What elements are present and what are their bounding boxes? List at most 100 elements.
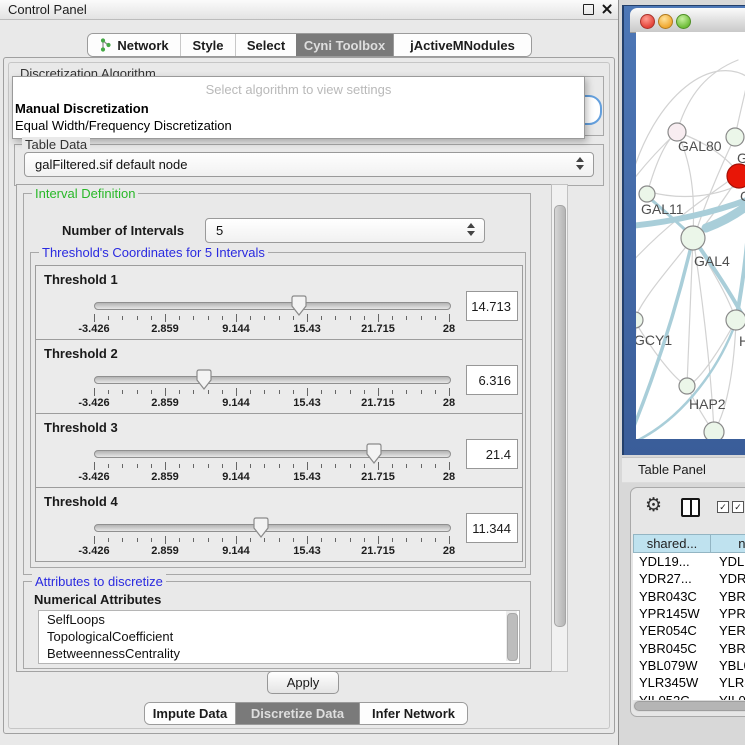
- threshold-3-value-field[interactable]: 21.4: [466, 439, 518, 469]
- slider-scale-label: 9.144: [222, 323, 250, 335]
- scrollbar-thumb[interactable]: [507, 613, 518, 661]
- node-label: C: [740, 188, 745, 204]
- network-canvas[interactable]: GAL80GACGAL11GAL4GCY1HHAP2: [636, 32, 745, 439]
- threshold-3-slider[interactable]: -3.4262.8599.14415.4321.71528: [94, 442, 449, 482]
- tick-mark: [165, 388, 166, 396]
- tick-mark: [236, 388, 237, 396]
- table-row[interactable]: YBL079WYBL0: [633, 657, 745, 674]
- slider-thumb[interactable]: [196, 369, 212, 390]
- threshold-4-value-field[interactable]: 11.344: [466, 513, 518, 543]
- control-panel-window: Control Panel Network Style Select Cyni …: [0, 0, 619, 745]
- tick-mark: [335, 538, 336, 542]
- tick-mark: [94, 462, 95, 470]
- control-panel-titlebar: Control Panel: [0, 0, 618, 20]
- slider-track[interactable]: [94, 302, 451, 310]
- split-view-icon[interactable]: [681, 498, 700, 517]
- column-header-shared-name[interactable]: shared...: [633, 534, 711, 553]
- table-row[interactable]: YBR045CYBR0: [633, 639, 745, 656]
- checkbox-icon[interactable]: ✓: [717, 501, 729, 513]
- gear-icon[interactable]: ⚙: [645, 496, 662, 515]
- table-row[interactable]: YPR145WYPR1: [633, 605, 745, 622]
- tab-select[interactable]: Select: [236, 34, 296, 56]
- attribute-item[interactable]: SelfLoops: [39, 611, 519, 628]
- slider-scale-label: 28: [443, 545, 455, 557]
- tick-mark: [279, 390, 280, 394]
- slider-track[interactable]: [94, 524, 451, 532]
- close-icon[interactable]: [601, 3, 612, 14]
- slider-track[interactable]: [94, 450, 451, 458]
- tick-mark: [165, 536, 166, 544]
- tab-label: Select: [247, 38, 285, 53]
- tab-network[interactable]: Network: [88, 34, 181, 56]
- table-row[interactable]: YER054CYER0: [633, 622, 745, 639]
- minimize-traffic-light-icon[interactable]: [658, 14, 673, 29]
- dropdown-option-manual-discretization[interactable]: Manual Discretization: [15, 101, 149, 116]
- table-data-combobox-value: galFiltered.sif default node: [35, 157, 187, 172]
- table-row[interactable]: YBR043CYBR0: [633, 588, 745, 605]
- table-row[interactable]: YDL19...YDL1: [633, 553, 745, 570]
- tick-mark: [421, 390, 422, 394]
- threshold-1-value-field[interactable]: 14.713: [466, 291, 518, 321]
- tick-mark: [108, 390, 109, 394]
- threshold-2-slider[interactable]: -3.4262.8599.14415.4321.71528: [94, 368, 449, 408]
- slider-track[interactable]: [94, 376, 451, 384]
- slider-thumb[interactable]: [366, 443, 382, 464]
- tick-mark: [279, 316, 280, 320]
- close-traffic-light-icon[interactable]: [640, 14, 655, 29]
- tab-style[interactable]: Style: [181, 34, 236, 56]
- tick-mark: [406, 538, 407, 542]
- threshold-4-slider[interactable]: -3.4262.8599.14415.4321.71528: [94, 516, 449, 556]
- tab-jactivemnodules[interactable]: jActiveMNodules: [393, 34, 531, 56]
- combobox-spinner-icon[interactable]: [576, 157, 584, 170]
- tick-mark: [122, 390, 123, 394]
- tick-mark: [406, 390, 407, 394]
- slider-ticks: [94, 314, 449, 322]
- tick-mark: [193, 464, 194, 468]
- scrollbar-thumb[interactable]: [634, 701, 745, 711]
- table-row[interactable]: YLR345WYLR3: [633, 674, 745, 691]
- tab-label: Impute Data: [153, 706, 227, 721]
- slider-scale-label: 2.859: [151, 323, 179, 335]
- combobox-spinner-icon[interactable]: [467, 223, 475, 236]
- dropdown-option-equal-width-frequency[interactable]: Equal Width/Frequency Discretization: [15, 118, 232, 133]
- numerical-attributes-list[interactable]: SelfLoopsTopologicalCoefficientBetweenne…: [38, 610, 520, 664]
- column-header-name[interactable]: na: [711, 534, 745, 553]
- scrollbar-thumb[interactable]: [554, 205, 566, 627]
- tab-discretize-data[interactable]: Discretize Data: [236, 703, 359, 724]
- tick-mark: [350, 464, 351, 468]
- float-window-icon[interactable]: [583, 4, 594, 15]
- cell-shared-name: YBR043C: [633, 589, 713, 604]
- table-row[interactable]: YDR27...YDR2: [633, 570, 745, 587]
- thresholds-coordinates-group: Threshold's Coordinates for 5 Intervals …: [30, 252, 526, 568]
- settings-vertical-scrollbar[interactable]: [551, 184, 568, 672]
- tick-mark: [335, 390, 336, 394]
- zoom-traffic-light-icon[interactable]: [676, 14, 691, 29]
- threshold-1-slider[interactable]: -3.4262.8599.14415.4321.71528: [94, 294, 449, 334]
- tick-mark: [151, 464, 152, 468]
- tick-mark: [449, 536, 450, 544]
- slider-thumb[interactable]: [291, 295, 307, 316]
- tab-impute-data[interactable]: Impute Data: [145, 703, 236, 724]
- attribute-item[interactable]: TopologicalCoefficient: [39, 628, 519, 645]
- attribute-item[interactable]: BetweennessCentrality: [39, 645, 519, 662]
- slider-thumb[interactable]: [253, 517, 269, 538]
- table-horizontal-scrollbar[interactable]: [633, 700, 745, 712]
- tab-cyni-toolbox[interactable]: Cyni Toolbox: [296, 34, 393, 56]
- apply-button[interactable]: Apply: [267, 671, 339, 694]
- slider-scale-label: 9.144: [222, 397, 250, 409]
- checkbox-icon[interactable]: ✓: [732, 501, 744, 513]
- tick-mark: [94, 536, 95, 544]
- attributes-list-scrollbar[interactable]: [506, 611, 517, 661]
- table-row[interactable]: YIL052CYIL0: [633, 691, 745, 700]
- table-data-combobox[interactable]: galFiltered.sif default node: [24, 152, 594, 177]
- threshold-1-row: Threshold 1 -3.4262.8599.14415.4321.7152…: [35, 265, 523, 340]
- slider-scale-label: 21.715: [361, 397, 395, 409]
- threshold-2-value-field[interactable]: 6.316: [466, 365, 518, 395]
- tick-mark: [137, 538, 138, 542]
- tab-infer-network[interactable]: Infer Network: [359, 703, 467, 724]
- slider-scale: -3.4262.8599.14415.4321.71528: [94, 323, 449, 335]
- number-of-intervals-combobox[interactable]: 5: [205, 218, 485, 243]
- tick-mark: [279, 538, 280, 542]
- tick-mark: [350, 390, 351, 394]
- tick-mark: [378, 536, 379, 544]
